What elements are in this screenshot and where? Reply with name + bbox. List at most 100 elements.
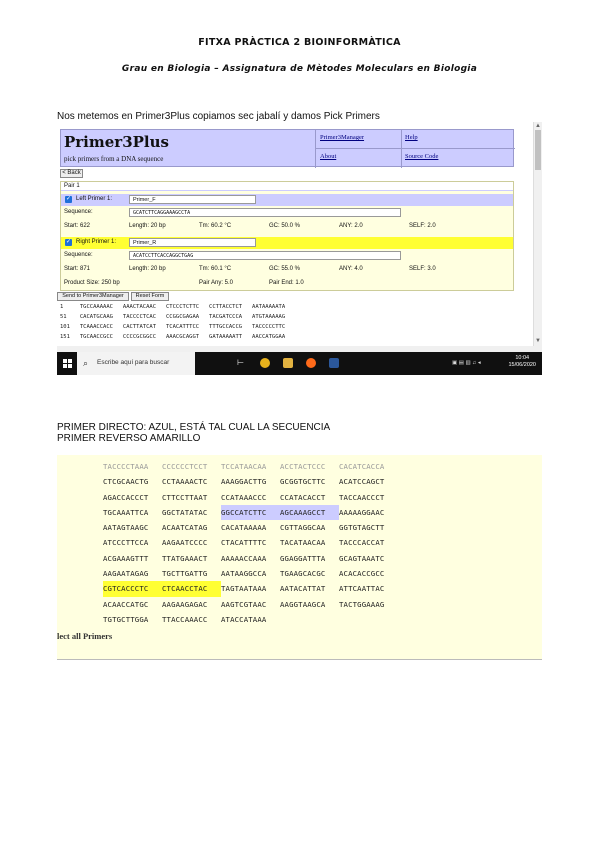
sequence-block: ATACCATAAA: [221, 614, 267, 624]
sequence-block: AAGAATAGAG: [103, 569, 149, 579]
right-sequence-field[interactable]: ACATCCTTCACCAGGCTGAG: [129, 251, 401, 260]
primer3plus-logo: Primer3Plus: [64, 133, 169, 151]
sequence-block: AAGAATCCCC: [162, 538, 208, 548]
product-size: Product Size: 250 bp: [64, 280, 120, 286]
right-start: Start: 871: [64, 266, 91, 272]
right-self: SELF: 3.0: [409, 266, 436, 272]
taskbar-search-box[interactable]: ⌕ Escribe aquí para buscar: [77, 352, 195, 375]
sequence-block: TACCCCTAAA: [103, 462, 149, 471]
sequence-block: ACAATCATAG: [162, 523, 208, 533]
reverse-primer-block: CTCAACCTAC: [162, 581, 221, 597]
sequence-block: ATCCCTTCCA: [103, 538, 149, 548]
browser-window: Primer3Plus pick primers from a DNA sequ…: [57, 122, 542, 346]
right-any: ANY: 4.0: [339, 266, 363, 272]
task-view-icon[interactable]: ⊢: [237, 358, 247, 368]
sequence-block: ACACACCGCC: [339, 569, 385, 579]
sequence-block: CTACATTTTC: [221, 538, 267, 548]
clock-date: 15/06/2020: [508, 362, 536, 368]
header-divider: [315, 130, 316, 168]
right-sequence-label: Sequence:: [64, 252, 93, 258]
sequence-row: TACCCCTAAA CCCCCCTCCT TCCATAACAA ACCTACT…: [103, 459, 398, 474]
primer3plus-header: Primer3Plus pick primers from a DNA sequ…: [60, 129, 515, 168]
sequence-block: CCTAAAACTC: [162, 477, 208, 487]
back-button[interactable]: < Back: [60, 169, 83, 178]
file-explorer-icon[interactable]: [283, 358, 293, 368]
left-primer-bar: ✓ Left Primer 1: Primer_F: [61, 194, 513, 206]
clock-time: 10:04: [515, 355, 530, 361]
left-start: Start: 622: [64, 223, 91, 229]
sequence-row: ATCCCTTCCA AAGAATCCCC CTACATTTTC TACATAA…: [103, 535, 398, 550]
right-primer-name-input[interactable]: Primer_R: [129, 238, 256, 247]
caption-primer-reverso: PRIMER REVERSO AMARILLO: [57, 433, 201, 444]
windows-start-icon[interactable]: [63, 359, 72, 368]
select-all-primers-link[interactable]: lect all Primers: [57, 631, 112, 641]
left-sequence-field[interactable]: GCATCTTCAGGAAAGCCTA: [129, 208, 401, 217]
sequence-block: TACATAACAA: [280, 538, 326, 548]
vertical-scrollbar[interactable]: ▲ ▼: [533, 122, 542, 346]
header-divider: [315, 148, 515, 149]
right-gc: GC: 55.0 %: [269, 266, 301, 272]
sequence-block: AATACATTAT: [280, 584, 326, 594]
sequence-block: AAGAAGAGAC: [162, 599, 208, 609]
sequence-block: GGAGGATTTA: [280, 553, 326, 563]
scroll-down-icon[interactable]: ▼: [535, 338, 541, 344]
sequence-row: ACGAAAGTTT TTATGAAACT AAAAACCAAA GGAGGAT…: [103, 551, 398, 566]
left-any: ANY: 2.0: [339, 223, 363, 229]
header-divider: [401, 130, 402, 168]
sequence-preview-line: 1 TGCCAAAAAC AAACTACAAC CTCCCTCTTC CCTTA…: [60, 304, 286, 310]
sequence-block: CCATACACCT: [280, 492, 326, 502]
right-primer-bar: ✓ Right Primer 1: Primer_R: [61, 237, 513, 249]
reset-form-button[interactable]: Reset Form: [131, 292, 169, 301]
sequence-block: AAAAACCAAA: [221, 553, 267, 563]
scrollbar-thumb[interactable]: [535, 130, 541, 170]
scroll-up-icon[interactable]: ▲: [535, 123, 541, 129]
windows-taskbar: ⌕ Escribe aquí para buscar ⊢ ▣ ▤ ▥ ♫ ◂ 1…: [57, 352, 542, 375]
sequence-row: AATAGTAAGC ACAATCATAG CACATAAAAA CGTTAGG…: [103, 520, 398, 535]
left-primer-checkbox[interactable]: ✓: [65, 196, 72, 203]
sequence-block: AAGGTAAGCA: [280, 599, 326, 609]
sequence-row: ACAACCATGC AAGAAGAGAC AAGTCGTAAC AAGGTAA…: [103, 597, 398, 612]
sequence-block: GGCTATATAC: [162, 507, 208, 517]
link-about[interactable]: About: [320, 153, 336, 160]
primer3plus-tagline: pick primers from a DNA sequence: [64, 155, 164, 163]
firefox-icon[interactable]: [306, 358, 316, 368]
sequence-block: TACCCACCAT: [339, 538, 385, 548]
sequence-block: GCGGTGCTTC: [280, 477, 326, 487]
sequence-block: TTATGAAACT: [162, 553, 208, 563]
left-length: Length: 20 bp: [129, 223, 166, 229]
sequence-row: AGACCACCCT CTTCCTTAAT CCATAAACCC CCATACA…: [103, 490, 398, 505]
forward-primer-block: GGCCATCTTC: [221, 504, 280, 521]
right-length: Length: 20 bp: [129, 266, 166, 272]
primer-pair-box: Pair 1 ✓ Left Primer 1: Primer_F Sequenc…: [60, 181, 514, 291]
send-to-primer3manager-button[interactable]: Send to Primer3Manager: [57, 292, 129, 301]
pair-any: Pair Any: 5.0: [199, 280, 234, 286]
sequence-block: AAGTCGTAAC: [221, 599, 267, 609]
right-primer-checkbox[interactable]: ✓: [65, 239, 72, 246]
link-help[interactable]: Help: [405, 134, 418, 141]
system-tray-icons[interactable]: ▣ ▤ ▥ ♫ ◂: [452, 360, 481, 366]
word-icon[interactable]: [329, 358, 339, 368]
sequence-block: ACATCCAGCT: [339, 477, 385, 487]
left-primer-label: Left Primer 1:: [76, 196, 113, 202]
sequence-block: AATAAGGCCA: [221, 569, 267, 579]
left-sequence-label: Sequence:: [64, 209, 93, 215]
reverse-primer-block: CGTCACCCTC: [103, 581, 162, 597]
right-tm: Tm: 60.1 °C: [199, 266, 232, 272]
sequence-block: ACGAAAGTTT: [103, 553, 149, 563]
sequence-block: TACCAACCCT: [339, 492, 385, 502]
link-source-code[interactable]: Source Code: [405, 153, 438, 160]
sequence-grid: TACCCCTAAA CCCCCCTCCT TCCATAACAA ACCTACT…: [103, 459, 398, 627]
pair-label: Pair 1: [61, 182, 513, 191]
taskbar-clock[interactable]: 10:04 15/06/2020: [508, 355, 536, 369]
taskbar-search-placeholder: Escribe aquí para buscar: [97, 359, 170, 366]
sequence-block: TTACCAAACC: [162, 614, 208, 624]
sequence-row: TGCAAATTCA GGCTATATAC GGCCATCTTC AGCAAAG…: [103, 504, 398, 521]
sequence-block: CGTTAGGCAA: [280, 523, 326, 533]
sequence-block: TGAAGCACGC: [280, 569, 326, 579]
left-tm: Tm: 60.2 °C: [199, 223, 232, 229]
chrome-icon[interactable]: [260, 358, 270, 368]
left-primer-name-input[interactable]: Primer_F: [129, 195, 256, 204]
sequence-block: CCCCCCTCCT: [162, 462, 208, 471]
left-self: SELF: 2.0: [409, 223, 436, 229]
link-primer3manager[interactable]: Primer3Manager: [320, 134, 364, 141]
